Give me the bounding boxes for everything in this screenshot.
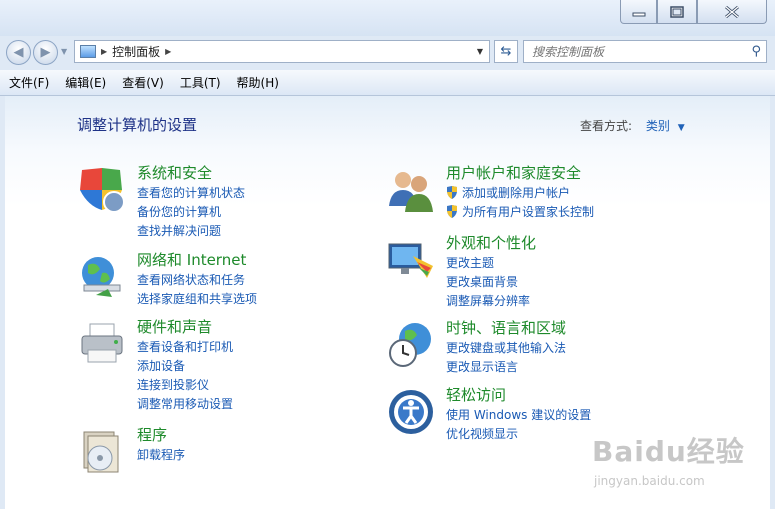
- link-view-network-status[interactable]: 查看网络状态和任务: [137, 271, 257, 290]
- network-globe-icon[interactable]: [78, 253, 126, 301]
- link-backup-computer[interactable]: 备份您的计算机: [137, 203, 245, 222]
- breadcrumb-control-panel[interactable]: 控制面板: [112, 43, 160, 60]
- control-panel-icon: [80, 45, 96, 58]
- address-dropdown-icon[interactable]: ▼: [477, 47, 483, 56]
- title-bar: [0, 0, 775, 36]
- link-uninstall-program[interactable]: 卸载程序: [137, 446, 185, 465]
- menu-tools[interactable]: 工具(T): [171, 74, 228, 91]
- link-recommended-settings[interactable]: 使用 Windows 建议的设置: [446, 406, 591, 425]
- forward-arrow-icon: ▶: [40, 45, 51, 60]
- close-icon: [725, 5, 739, 18]
- link-add-device[interactable]: 添加设备: [137, 357, 233, 376]
- search-icon[interactable]: ⚲: [751, 44, 761, 59]
- category-title[interactable]: 系统和安全: [137, 162, 212, 183]
- category-title[interactable]: 硬件和声音: [137, 316, 212, 337]
- address-bar[interactable]: ▶ 控制面板 ▶ ▼: [74, 40, 490, 63]
- link-devices-printers[interactable]: 查看设备和打印机: [137, 338, 233, 357]
- printer-icon[interactable]: [78, 320, 126, 368]
- link-connect-projector[interactable]: 连接到投影仪: [137, 376, 233, 395]
- minimize-icon: [632, 12, 645, 16]
- category-title[interactable]: 网络和 Internet: [137, 249, 246, 270]
- search-input[interactable]: [530, 41, 739, 62]
- link-screen-resolution[interactable]: 调整屏幕分辨率: [446, 292, 530, 311]
- category-title[interactable]: 时钟、语言和区域: [446, 317, 566, 338]
- forward-button[interactable]: ▶: [33, 40, 58, 65]
- link-find-fix-problems[interactable]: 查找并解决问题: [137, 222, 245, 241]
- menu-help[interactable]: 帮助(H): [228, 74, 286, 91]
- minimize-button[interactable]: [620, 0, 657, 24]
- back-button[interactable]: ◀: [6, 40, 31, 65]
- link-keyboard-input[interactable]: 更改键盘或其他输入法: [446, 339, 566, 358]
- breadcrumb-arrow-icon[interactable]: ▶: [101, 47, 107, 56]
- clock-globe-icon[interactable]: [387, 321, 435, 369]
- category-title[interactable]: 外观和个性化: [446, 232, 536, 253]
- refresh-icon: ⇆: [500, 44, 512, 59]
- link-change-theme[interactable]: 更改主题: [446, 254, 530, 273]
- category-title[interactable]: 轻松访问: [446, 384, 506, 405]
- link-mobility-settings[interactable]: 调整常用移动设置: [137, 395, 233, 414]
- search-box[interactable]: ⚲: [523, 40, 767, 63]
- watermark-url: jingyan.baidu.com: [594, 474, 705, 488]
- view-by-dropdown[interactable]: 类别: [646, 119, 670, 133]
- shield-flag-icon[interactable]: [78, 166, 126, 214]
- back-arrow-icon: ◀: [13, 45, 24, 60]
- programs-icon[interactable]: [78, 428, 126, 476]
- link-parental-controls[interactable]: 为所有用户设置家长控制: [446, 203, 594, 222]
- link-homegroup-sharing[interactable]: 选择家庭组和共享选项: [137, 290, 257, 309]
- category-title[interactable]: 程序: [137, 424, 167, 445]
- baidu-watermark: Baidu经验: [592, 435, 745, 468]
- menu-file[interactable]: 文件(F): [0, 74, 56, 91]
- link-optimize-display[interactable]: 优化视频显示: [446, 425, 591, 444]
- maximize-icon: [670, 5, 684, 18]
- link-add-remove-accounts[interactable]: 添加或删除用户帐户: [446, 184, 594, 203]
- uac-shield-icon: [447, 186, 457, 199]
- maximize-button[interactable]: [657, 0, 697, 24]
- menu-view[interactable]: 查看(V): [113, 74, 171, 91]
- refresh-button[interactable]: ⇆: [494, 40, 518, 63]
- uac-shield-icon: [447, 205, 457, 218]
- link-display-language[interactable]: 更改显示语言: [446, 358, 566, 377]
- page-title: 调整计算机的设置: [77, 116, 198, 134]
- menu-bar: 文件(F) 编辑(E) 查看(V) 工具(T) 帮助(H): [0, 70, 775, 96]
- link-text: 为所有用户设置家长控制: [462, 205, 595, 219]
- link-change-background[interactable]: 更改桌面背景: [446, 273, 530, 292]
- monitor-palette-icon[interactable]: [387, 236, 435, 284]
- chevron-down-icon[interactable]: ▼: [678, 123, 685, 133]
- link-text: 添加或删除用户帐户: [462, 186, 571, 200]
- menu-edit[interactable]: 编辑(E): [56, 74, 113, 91]
- category-title[interactable]: 用户帐户和家庭安全: [446, 162, 581, 183]
- ease-of-access-icon[interactable]: [387, 388, 435, 436]
- link-view-computer-status[interactable]: 查看您的计算机状态: [137, 184, 245, 203]
- recent-pages-dropdown-icon[interactable]: ▼: [61, 47, 67, 56]
- breadcrumb-arrow-icon[interactable]: ▶: [165, 47, 171, 56]
- users-icon[interactable]: [387, 166, 435, 214]
- navigation-bar: ◀ ▶ ▼ ▶ 控制面板 ▶ ▼ ⇆ ⚲: [0, 36, 775, 68]
- close-button[interactable]: [697, 0, 767, 24]
- view-by-label: 查看方式:: [580, 119, 633, 133]
- view-by: 查看方式: 类别 ▼: [580, 117, 685, 134]
